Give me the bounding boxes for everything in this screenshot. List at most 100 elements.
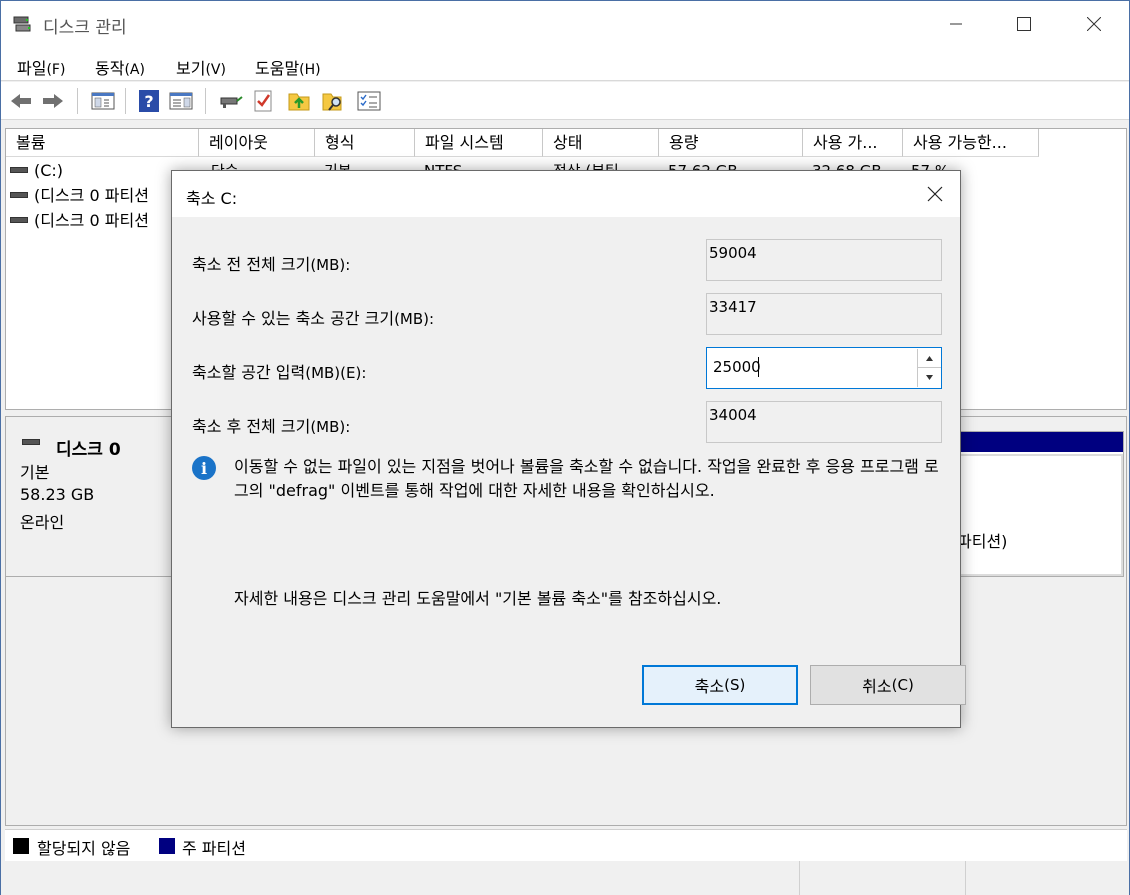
chevron-up-icon bbox=[926, 355, 933, 361]
toolbar: ? bbox=[1, 82, 1129, 120]
total-after-label-text: 축소 후 전체 크기 bbox=[192, 417, 311, 436]
help-reference-text: 자세한 내용은 디스크 관리 도움말에서 "기본 볼륨 축소"를 참조하십시오. bbox=[234, 589, 722, 608]
volume-row[interactable]: (C:) bbox=[10, 159, 63, 183]
volume-row[interactable]: (디스크 0 파티션 bbox=[10, 184, 149, 208]
column-header-capacity[interactable]: 용량 bbox=[659, 129, 803, 157]
info-message: 이동할 수 없는 파일이 있는 지점을 벗어나 볼륨을 축소할 수 없습니다. … bbox=[234, 457, 939, 500]
shrink-dialog: 축소 C: 축소 전 전체 크기(MB): 59004 사용할 수 있는 축소 … bbox=[171, 170, 966, 728]
menu-help-label: 도움말 bbox=[255, 59, 300, 78]
column-header-percent-free[interactable]: 사용 가능한... bbox=[903, 129, 1039, 157]
column-header-layout[interactable]: 레이아웃 bbox=[199, 129, 315, 157]
column-header-type[interactable]: 형식 bbox=[315, 129, 415, 157]
volume-name: (디스크 0 파티션 bbox=[34, 211, 149, 230]
volume-row[interactable]: (디스크 0 파티션 bbox=[10, 209, 149, 233]
total-before-unit: (MB): bbox=[310, 256, 351, 274]
total-before-label-text: 축소 전 전체 크기 bbox=[192, 255, 311, 274]
status-bar-divider bbox=[799, 861, 800, 895]
disk-icon bbox=[22, 439, 40, 445]
volume-name: (디스크 0 파티션 bbox=[34, 186, 149, 205]
disk-info-panel[interactable]: 디스크 0 기본 58.23 GB 온라인 bbox=[6, 417, 174, 577]
check-icon[interactable] bbox=[251, 89, 275, 113]
title-bar: 디스크 관리 bbox=[1, 1, 1129, 47]
maximize-icon bbox=[1017, 17, 1031, 31]
column-header-status[interactable]: 상태 bbox=[543, 129, 659, 157]
volume-icon bbox=[10, 216, 28, 223]
close-icon bbox=[927, 186, 943, 202]
legend: 할당되지 않음 주 파티션 bbox=[5, 829, 1127, 861]
cancel-button[interactable]: 취소 (C) bbox=[810, 665, 966, 705]
maximize-button[interactable] bbox=[989, 1, 1059, 47]
dialog-title-bar: 축소 C: bbox=[172, 171, 960, 217]
volume-name: (C:) bbox=[34, 161, 64, 180]
volume-icon bbox=[10, 191, 28, 198]
column-header-file-system[interactable]: 파일 시스템 bbox=[415, 129, 543, 157]
menu-view-mnemonic: (V) bbox=[205, 62, 226, 78]
toolbar-separator bbox=[125, 88, 126, 114]
menu-action-mnemonic: (A) bbox=[124, 62, 145, 78]
shrink-amount-unit: (MB)(E): bbox=[305, 364, 367, 382]
shrink-button-mnemonic: (S) bbox=[724, 676, 746, 694]
total-after-unit: (MB): bbox=[310, 418, 351, 436]
shrink-amount-spinbox[interactable]: 25000 bbox=[706, 347, 942, 389]
forward-icon[interactable] bbox=[41, 89, 65, 113]
partition-label: 파티션) bbox=[957, 532, 1008, 551]
total-after-label: 축소 후 전체 크기(MB): bbox=[192, 413, 350, 437]
total-before-label: 축소 전 전체 크기(MB): bbox=[192, 251, 350, 275]
spin-down-button[interactable] bbox=[917, 368, 941, 387]
available-shrink-value: 33417 bbox=[706, 293, 942, 335]
menu-action-label: 동작 bbox=[95, 59, 125, 78]
available-shrink-label-text: 사용할 수 있는 축소 공간 크기 bbox=[192, 309, 395, 328]
disk-type: 기본 bbox=[20, 463, 50, 482]
menu-action[interactable]: 동작(A) bbox=[95, 55, 145, 79]
status-bar bbox=[1, 861, 1129, 895]
disk-management-icon bbox=[13, 16, 31, 32]
disk-size: 58.23 GB bbox=[20, 485, 95, 504]
toolbar-separator bbox=[77, 88, 78, 114]
shrink-amount-label: 축소할 공간 입력(MB)(E): bbox=[192, 359, 366, 383]
total-before-value: 59004 bbox=[706, 239, 942, 281]
svg-text:?: ? bbox=[144, 92, 153, 111]
available-shrink-unit: (MB): bbox=[394, 310, 435, 328]
menu-view[interactable]: 보기(V) bbox=[176, 55, 226, 79]
back-icon[interactable] bbox=[9, 89, 33, 113]
status-bar-divider bbox=[965, 861, 966, 895]
shrink-button[interactable]: 축소 (S) bbox=[642, 665, 798, 705]
folder-up-icon[interactable] bbox=[287, 89, 311, 113]
column-header-volume[interactable]: 볼륨 bbox=[6, 129, 199, 157]
menu-file-label: 파일 bbox=[17, 59, 47, 78]
cancel-button-label: 취소 bbox=[862, 677, 892, 696]
cancel-button-mnemonic: (C) bbox=[891, 676, 914, 694]
shrink-button-label: 축소 bbox=[694, 677, 725, 696]
toolbar-separator bbox=[205, 88, 206, 114]
shrink-amount-input[interactable]: 25000 bbox=[713, 358, 761, 376]
shrink-amount-label-text: 축소할 공간 입력 bbox=[192, 363, 306, 382]
legend-swatch-primary bbox=[159, 838, 175, 854]
disk-name: 디스크 0 bbox=[56, 440, 121, 460]
search-folder-icon[interactable] bbox=[321, 89, 345, 113]
volume-icon bbox=[10, 166, 28, 173]
menu-help[interactable]: 도움말(H) bbox=[255, 55, 321, 79]
menu-file-mnemonic: (F) bbox=[46, 62, 66, 78]
window-title: 디스크 관리 bbox=[43, 18, 127, 38]
info-icon: i bbox=[192, 456, 216, 480]
chevron-down-icon bbox=[926, 375, 933, 380]
help-icon[interactable]: ? bbox=[137, 89, 161, 113]
total-after-value: 34004 bbox=[706, 401, 942, 443]
menu-bar: 파일(F) 동작(A) 보기(V) 도움말(H) bbox=[1, 47, 1129, 81]
dialog-title: 축소 C: bbox=[186, 189, 238, 208]
list-icon[interactable] bbox=[357, 89, 381, 113]
available-shrink-label: 사용할 수 있는 축소 공간 크기(MB): bbox=[192, 305, 434, 329]
spin-up-button[interactable] bbox=[917, 349, 941, 368]
show-hide-console-tree-icon[interactable] bbox=[91, 89, 115, 113]
close-window-button[interactable] bbox=[1059, 1, 1129, 47]
properties-icon[interactable] bbox=[169, 89, 193, 113]
menu-file[interactable]: 파일(F) bbox=[17, 55, 65, 79]
menu-help-mnemonic: (H) bbox=[299, 62, 321, 78]
connect-drive-icon[interactable] bbox=[219, 89, 243, 113]
legend-unallocated: 할당되지 않음 bbox=[37, 839, 131, 858]
minimize-button[interactable] bbox=[921, 1, 991, 47]
close-icon bbox=[1087, 17, 1101, 31]
column-header-free-space[interactable]: 사용 가... bbox=[803, 129, 903, 157]
dialog-close-button[interactable] bbox=[920, 181, 950, 207]
menu-view-label: 보기 bbox=[176, 59, 206, 78]
